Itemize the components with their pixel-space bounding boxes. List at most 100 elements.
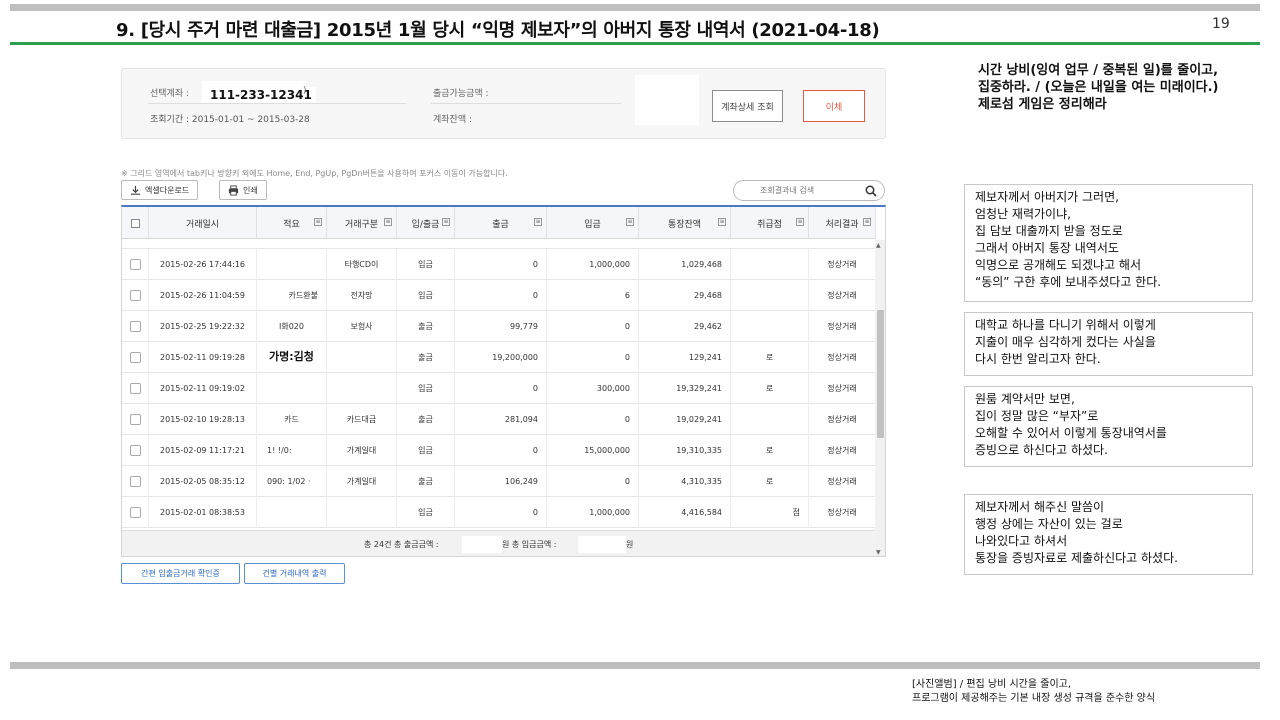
total-unit: 원	[626, 540, 634, 549]
sort-icon[interactable]: ≡	[384, 218, 392, 226]
account-label: 선택계좌 :	[150, 89, 190, 99]
cell-withdraw: 19,200,000	[455, 342, 547, 373]
cell-branch: 로	[731, 435, 809, 466]
table-row[interactable]: 2015-02-26 17:44:16 타행CD이 입금 0 1,000,000…	[122, 249, 876, 280]
cell-deposit: 300,000	[547, 373, 639, 404]
table-row[interactable]: 2015-02-01 08:38:53 입금 0 1,000,000 4,416…	[122, 497, 876, 528]
simple-receipt-button[interactable]: 간편 입출금거래 확인증	[121, 563, 240, 584]
cell-type: 가계일대	[327, 466, 397, 497]
cell-type: 타행CD이	[327, 249, 397, 280]
total-deposit-mask	[578, 536, 626, 553]
note-box-4: 제보자께서 해주신 말씀이 행정 상에는 자산이 있는 걸로 나와있다고 하셔서…	[964, 494, 1253, 575]
table-row[interactable]	[122, 240, 876, 249]
heading-line: 시간 낭비(잉여 업무 / 중복된 일)를 줄이고,	[978, 63, 1219, 78]
sort-icon[interactable]: ≡	[863, 218, 871, 226]
transfer-button[interactable]: 이체	[803, 90, 865, 122]
cell-deposit: 1,000,000	[547, 497, 639, 528]
row-checkbox[interactable]	[129, 383, 141, 394]
row-checkbox[interactable]	[129, 290, 141, 301]
cell-type: 가계일대	[327, 435, 397, 466]
cell-balance: 19,029,241	[639, 404, 731, 435]
cell-branch: 로	[731, 373, 809, 404]
scroll-thumb[interactable]	[877, 310, 884, 438]
account-detail-button[interactable]: 계좌상세 조회	[712, 90, 783, 122]
cell-result: 정상거래	[809, 342, 876, 373]
print-button[interactable]: 인쇄	[219, 180, 267, 200]
header-select-all[interactable]	[122, 207, 149, 239]
header-memo[interactable]: 적요 ≡	[257, 207, 327, 239]
sort-icon[interactable]: ≡	[626, 218, 634, 226]
sort-icon[interactable]: ≡	[718, 218, 726, 226]
grid-body: 2015-02-26 17:44:16 타행CD이 입금 0 1,000,000…	[122, 240, 876, 530]
cell-branch: 점	[731, 497, 809, 528]
cell-deposit: 6	[547, 280, 639, 311]
table-row[interactable]: 2015-02-25 19:22:32 I화020 보험사 출금 99,779 …	[122, 311, 876, 342]
header-result[interactable]: 처리결과 ≡	[809, 207, 876, 239]
header-withdraw[interactable]: 출금 ≡	[455, 207, 547, 239]
sort-icon[interactable]: ≡	[442, 218, 450, 226]
cell-memo	[257, 249, 327, 280]
row-checkbox[interactable]	[129, 507, 141, 518]
sort-icon[interactable]: ≡	[534, 218, 542, 226]
transaction-grid: 거래일시 적요 ≡ 거래구분 ≡ 입/출금 ≡ 출금 ≡ 입금 ≡ 통장잔액 ≡ 취급점 ≡ …	[121, 205, 886, 557]
table-row[interactable]: 2015-02-11 09:19:02 입금 0 300,000 19,329,…	[122, 373, 876, 404]
header-io[interactable]: 입/출금 ≡	[397, 207, 455, 239]
slide-title: 9. [당시 주거 마련 대출금] 2015년 1월 당시 “익명 제보자”의 …	[116, 20, 880, 41]
table-row[interactable]: 2015-02-11 09:19:28 가명:김청 출금 19,200,000 …	[122, 342, 876, 373]
header-datetime[interactable]: 거래일시	[149, 207, 257, 239]
cell-result: 정상거래	[809, 466, 876, 497]
search-icon[interactable]	[865, 185, 877, 197]
table-row[interactable]: 2015-02-10 19:28:13 카드 카드대금 출금 281,094 0…	[122, 404, 876, 435]
excel-download-button[interactable]: 엑셀다운로드	[121, 180, 199, 200]
row-checkbox[interactable]	[129, 414, 141, 425]
grid-scrollbar[interactable]: ▲ ▼	[875, 240, 885, 556]
row-checkbox[interactable]	[129, 352, 141, 363]
cell-deposit: 0	[547, 466, 639, 497]
cell-memo: 가명:김청	[257, 342, 327, 373]
header-balance[interactable]: 통장잔액 ≡	[639, 207, 731, 239]
cell-type: 전자망	[327, 280, 397, 311]
row-checkbox[interactable]	[129, 476, 141, 487]
cell-memo: 카드환불	[257, 280, 327, 311]
cell-withdraw: 0	[455, 249, 547, 280]
header-deposit[interactable]: 입금 ≡	[547, 207, 639, 239]
note-box-1: 제보자께서 아버지가 그러면, 엄청난 재력가이냐, 집 담보 대출까지 받을 …	[964, 184, 1253, 302]
footer-line: 프로그램이 제공해주는 기본 내장 생성 규격을 준수한 양식	[912, 693, 1156, 704]
row-checkbox[interactable]	[129, 259, 141, 270]
account-number: 111-233-12341	[206, 87, 316, 103]
result-search-input[interactable]: 조회결과내 검색	[733, 180, 885, 201]
sort-icon[interactable]: ≡	[796, 218, 804, 226]
total-deposit-label: 원 총 입금금액 :	[502, 540, 557, 549]
cell-balance: 129,241	[639, 342, 731, 373]
page-number: 19	[1212, 16, 1230, 32]
cell-deposit: 0	[547, 404, 639, 435]
row-checkbox[interactable]	[129, 445, 141, 456]
scroll-down-arrow-icon[interactable]: ▼	[876, 549, 881, 556]
account-panel: 선택계좌 : 111-233-12341 ) 조회기간 : 2015-01-01…	[121, 68, 886, 139]
table-row[interactable]: 2015-02-05 08:35:12 090: 1/02 · 가계일대 출금 …	[122, 466, 876, 497]
cell-withdraw: 0	[455, 435, 547, 466]
amount-mask	[635, 75, 699, 125]
available-divider	[431, 103, 621, 104]
cell-io: 입금	[397, 249, 455, 280]
period-text: 조회기간 : 2015-01-01 ~ 2015-03-28	[150, 115, 310, 125]
table-row[interactable]: 2015-02-09 11:17:21 1! !/0: 가계일대 입금 0 15…	[122, 435, 876, 466]
table-row[interactable]: 2015-02-26 11:04:59 카드환불 전자망 입금 0 6 29,4…	[122, 280, 876, 311]
cell-result: 정상거래	[809, 404, 876, 435]
cell-deposit: 1,000,000	[547, 249, 639, 280]
search-placeholder: 조회결과내 검색	[760, 186, 815, 195]
cell-type: 카드대금	[327, 404, 397, 435]
header-branch[interactable]: 취급점 ≡	[731, 207, 809, 239]
cell-branch	[731, 311, 809, 342]
cell-datetime: 2015-02-26 11:04:59	[149, 280, 257, 311]
scroll-up-arrow-icon[interactable]: ▲	[876, 242, 881, 249]
header-type[interactable]: 거래구분 ≡	[327, 207, 397, 239]
row-checkbox[interactable]	[129, 321, 141, 332]
cell-balance: 4,416,584	[639, 497, 731, 528]
sort-icon[interactable]: ≡	[314, 218, 322, 226]
print-each-transaction-button[interactable]: 건별 거래내역 출력	[244, 563, 345, 584]
balance-label: 계좌잔액 :	[433, 115, 473, 125]
available-label: 출금가능금액 :	[433, 89, 489, 99]
heading-line: 제로섬 게임은 정리해라	[978, 97, 1107, 112]
select-all-checkbox[interactable]	[130, 218, 140, 228]
